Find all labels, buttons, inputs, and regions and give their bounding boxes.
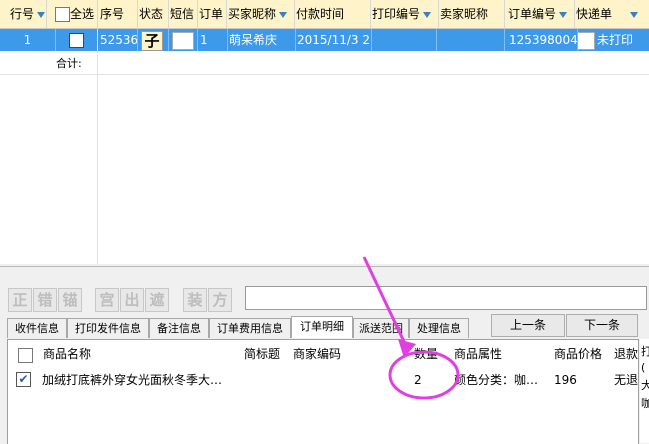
annotation-circle: [388, 350, 460, 400]
annotation-overlay: [362, 256, 460, 400]
annotation-arrow-line: [362, 256, 410, 351]
